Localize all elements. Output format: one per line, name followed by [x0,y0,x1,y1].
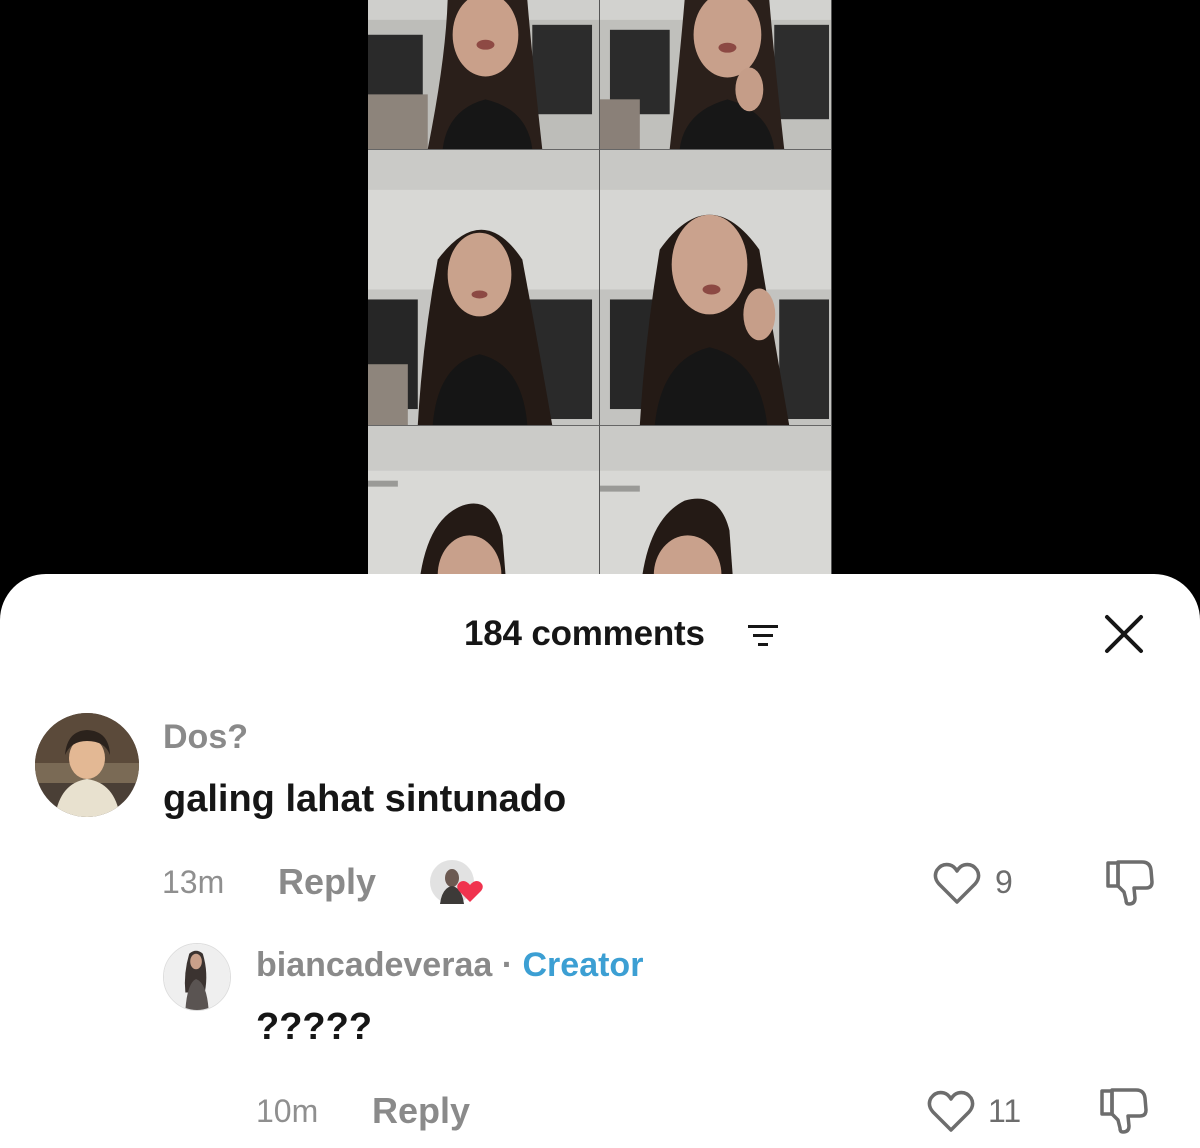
thumbs-down-icon[interactable] [1098,1086,1150,1136]
separator-dot: · [501,946,514,984]
reply-button[interactable]: Reply [372,1090,470,1132]
reply-username[interactable]: biancadeveraa [256,946,492,984]
close-x-icon [1105,615,1143,653]
comment-text: galing lahat sintunado [163,778,567,820]
video-frame [368,0,600,150]
comment-timestamp: 13m [162,864,225,900]
like-count: 9 [995,864,1013,900]
thumbs-down-icon[interactable] [1104,858,1156,908]
comment-username[interactable]: Dos? [163,718,248,757]
heart-outline-icon[interactable] [932,860,982,906]
reply-header: biancadeveraa · Creator [256,946,643,985]
reply-button[interactable]: Reply [278,861,376,903]
video-collage [368,0,832,600]
creator-heart-badge-icon [430,858,486,906]
sort-lines-icon[interactable] [746,622,780,650]
comments-header: 184 comments [0,614,1200,654]
avatar[interactable] [163,943,231,1011]
video-frame [600,0,832,150]
video-frame [368,150,600,426]
comments-sheet: 184 comments [0,574,1200,1148]
heart-outline-icon[interactable] [926,1088,976,1134]
close-button[interactable] [1102,614,1146,654]
reply-text: ????? [256,1006,373,1048]
creator-badge: Creator [522,946,644,984]
avatar[interactable] [35,713,139,817]
comment-count: 184 comments [464,614,705,653]
video-frame [600,150,832,426]
like-count: 11 [988,1093,1022,1129]
video-player[interactable] [0,0,1200,600]
reply-timestamp: 10m [256,1093,319,1129]
